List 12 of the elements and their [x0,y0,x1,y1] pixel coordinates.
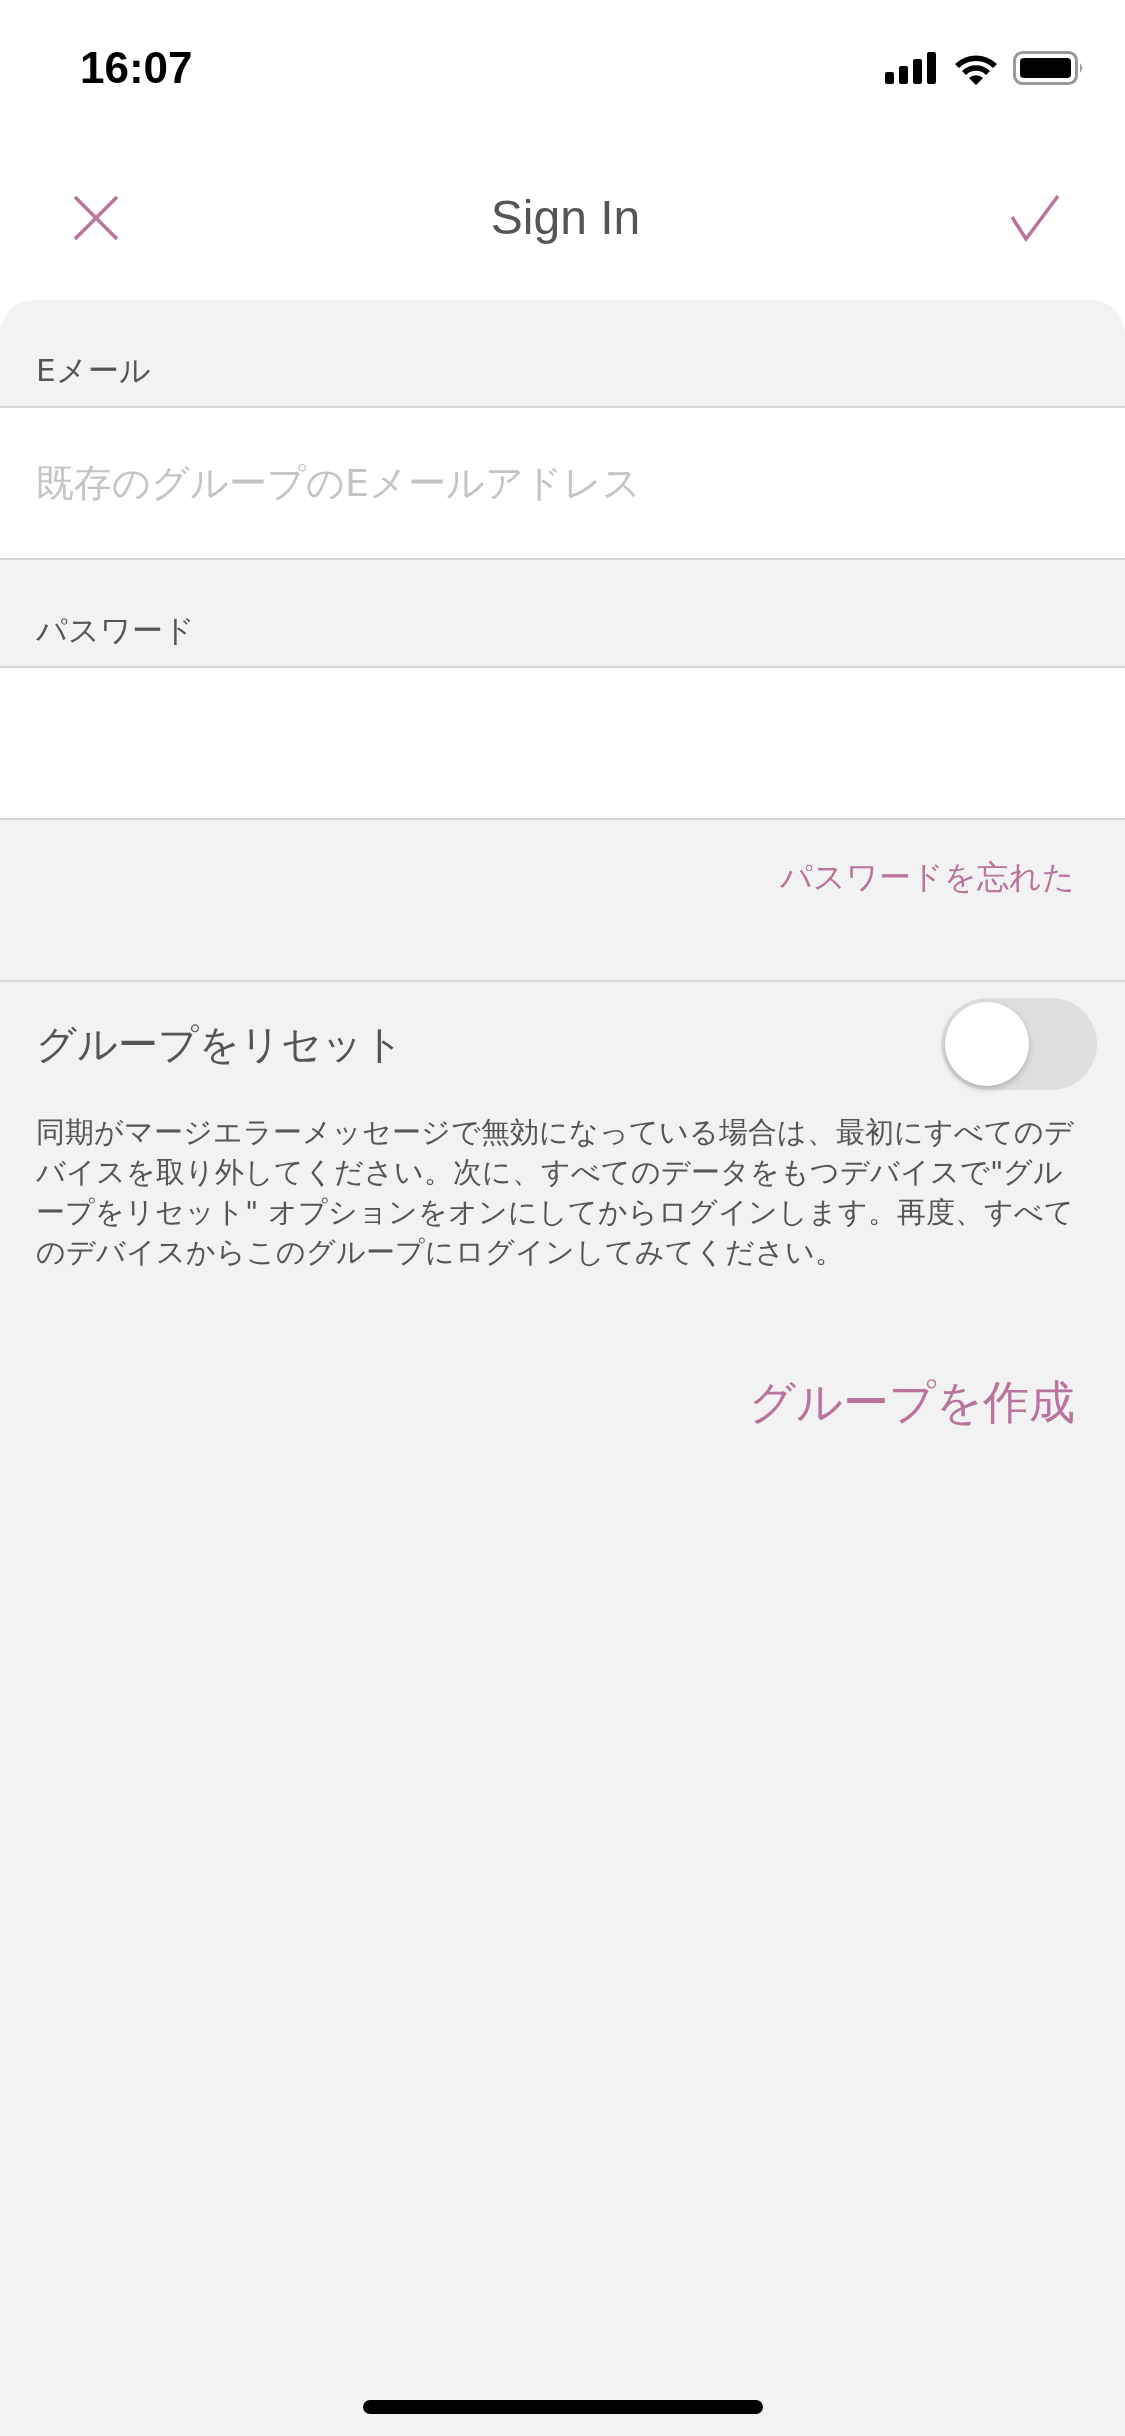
battery-icon [1013,50,1085,85]
status-time: 16:07 [80,42,193,93]
input-field[interactable]: 既存のグループのEメールアドレス [0,406,1125,560]
create-group-link[interactable]: グループを作成 [749,1372,1075,1434]
field-label: パスワード [35,611,196,650]
toggle-label: グループをリセット [36,1019,404,1069]
signal-icon [885,51,939,84]
reset-description: 同期がマージエラーメッセージで無効になっている場合は、最初にすべてのデバイスを取り外してください。次に、すべてのデータをもつデバイスで"グループをリセット" オプションをオンにしてからログインします。再度、すべてのデバイスからこのグループにログインしてみてください。 [36,1114,1075,1271]
field-label: Eメール [35,351,152,390]
input-field[interactable] [0,666,1125,820]
nav-title: Sign In [490,190,641,245]
forgot-password-link[interactable]: パスワードを忘れた [780,856,1075,900]
